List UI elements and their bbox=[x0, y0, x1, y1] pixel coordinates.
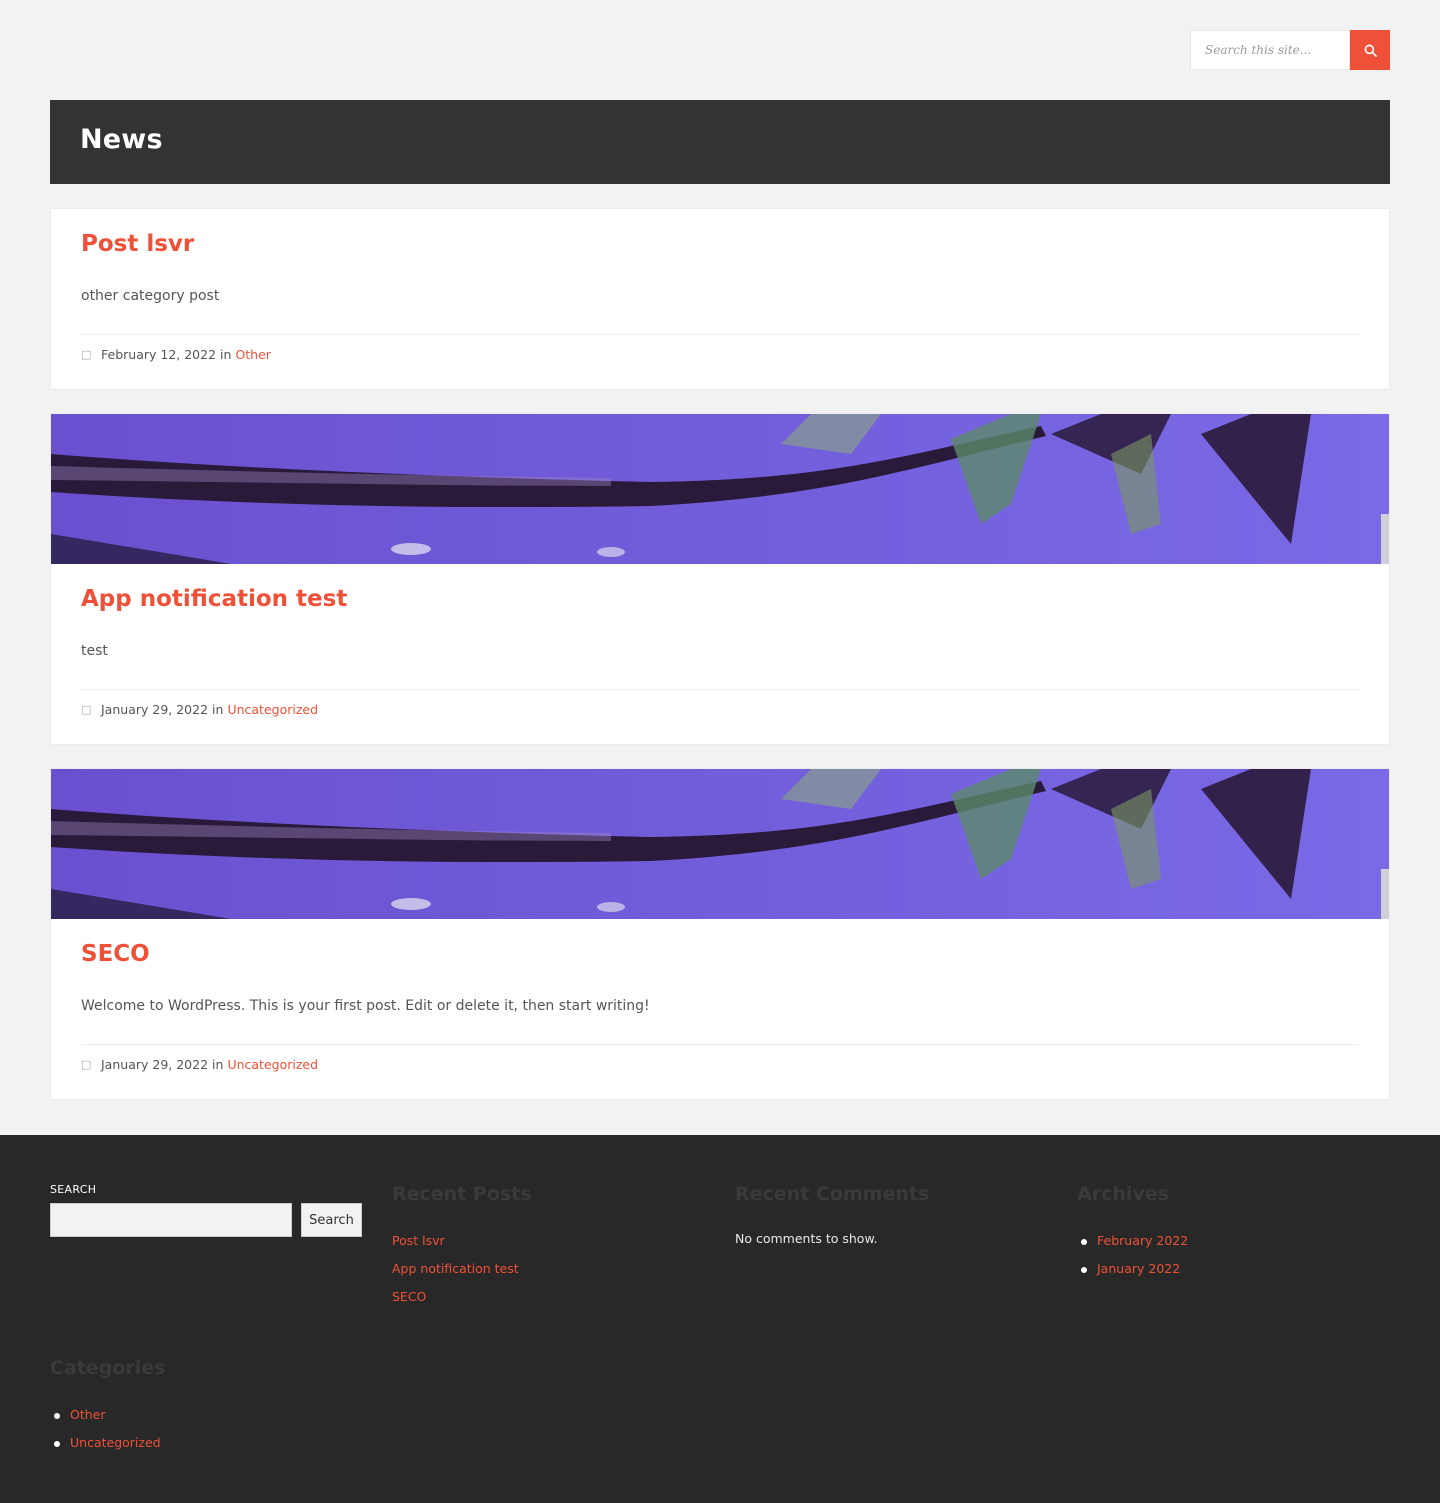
footer-search-label: SEARCH bbox=[50, 1183, 97, 1196]
list-bullet bbox=[54, 1441, 60, 1447]
list-bullet bbox=[1081, 1239, 1087, 1245]
palm-tree-image bbox=[51, 769, 1389, 919]
header-search bbox=[1190, 30, 1390, 70]
categories-title: Categories bbox=[50, 1357, 166, 1379]
divider bbox=[81, 689, 1359, 690]
archive-link[interactable]: January 2022 bbox=[1097, 1261, 1180, 1276]
post-in-label: in bbox=[212, 1057, 224, 1072]
site-header bbox=[0, 0, 1440, 100]
archive-link[interactable]: February 2022 bbox=[1097, 1233, 1188, 1248]
header-search-button[interactable] bbox=[1350, 30, 1390, 70]
calendar-icon: □ bbox=[81, 348, 92, 361]
post-in-label: in bbox=[220, 347, 232, 362]
recent-post-link[interactable]: SECO bbox=[392, 1289, 426, 1304]
list-bullet bbox=[54, 1413, 60, 1419]
archives-title: Archives bbox=[1077, 1183, 1169, 1205]
post-category-link[interactable]: Uncategorized bbox=[227, 1057, 318, 1072]
header-search-input[interactable] bbox=[1190, 30, 1350, 70]
calendar-icon: □ bbox=[81, 703, 92, 716]
post-card: App notification test test □ January 29,… bbox=[50, 413, 1390, 745]
post-title[interactable]: SECO bbox=[81, 941, 150, 967]
post-in-label: in bbox=[212, 702, 224, 717]
post-title[interactable]: Post lsvr bbox=[81, 231, 194, 257]
category-link[interactable]: Uncategorized bbox=[70, 1435, 161, 1450]
post-thumbnail[interactable] bbox=[51, 769, 1389, 919]
list-bullet bbox=[1081, 1267, 1087, 1273]
divider bbox=[81, 334, 1359, 335]
footer-search-button[interactable]: Search bbox=[301, 1203, 362, 1237]
page-title-bar: News bbox=[50, 100, 1390, 184]
post-date: February 12, 2022 bbox=[101, 347, 217, 362]
post-card: Post lsvr other category post □ February… bbox=[50, 208, 1390, 390]
post-date: January 29, 2022 bbox=[101, 1057, 209, 1072]
post-meta: □ January 29, 2022 in Uncategorized bbox=[81, 1057, 318, 1072]
post-card: SECO Welcome to WordPress. This is your … bbox=[50, 768, 1390, 1100]
page-title: News bbox=[80, 124, 163, 155]
post-excerpt: test bbox=[81, 643, 108, 659]
post-category-link[interactable]: Other bbox=[235, 347, 271, 362]
divider bbox=[81, 1044, 1359, 1045]
palm-tree-image bbox=[51, 414, 1389, 564]
recent-post-link[interactable]: Post lsvr bbox=[392, 1233, 445, 1248]
search-icon bbox=[1364, 44, 1377, 57]
category-link[interactable]: Other bbox=[70, 1407, 106, 1422]
calendar-icon: □ bbox=[81, 1058, 92, 1071]
post-meta: □ February 12, 2022 in Other bbox=[81, 347, 271, 362]
no-comments-text: No comments to show. bbox=[735, 1231, 878, 1246]
post-date: January 29, 2022 bbox=[101, 702, 209, 717]
site-footer: SEARCH Search Recent Posts Post lsvr App… bbox=[0, 1135, 1440, 1503]
post-excerpt: other category post bbox=[81, 288, 220, 304]
recent-posts-title: Recent Posts bbox=[392, 1183, 532, 1205]
recent-comments-title: Recent Comments bbox=[735, 1183, 930, 1205]
recent-post-link[interactable]: App notification test bbox=[392, 1261, 519, 1276]
post-title[interactable]: App notification test bbox=[81, 586, 347, 612]
post-thumbnail[interactable] bbox=[51, 414, 1389, 564]
footer-search-input[interactable] bbox=[50, 1203, 292, 1237]
post-category-link[interactable]: Uncategorized bbox=[227, 702, 318, 717]
post-meta: □ January 29, 2022 in Uncategorized bbox=[81, 702, 318, 717]
post-excerpt: Welcome to WordPress. This is your first… bbox=[81, 998, 650, 1014]
